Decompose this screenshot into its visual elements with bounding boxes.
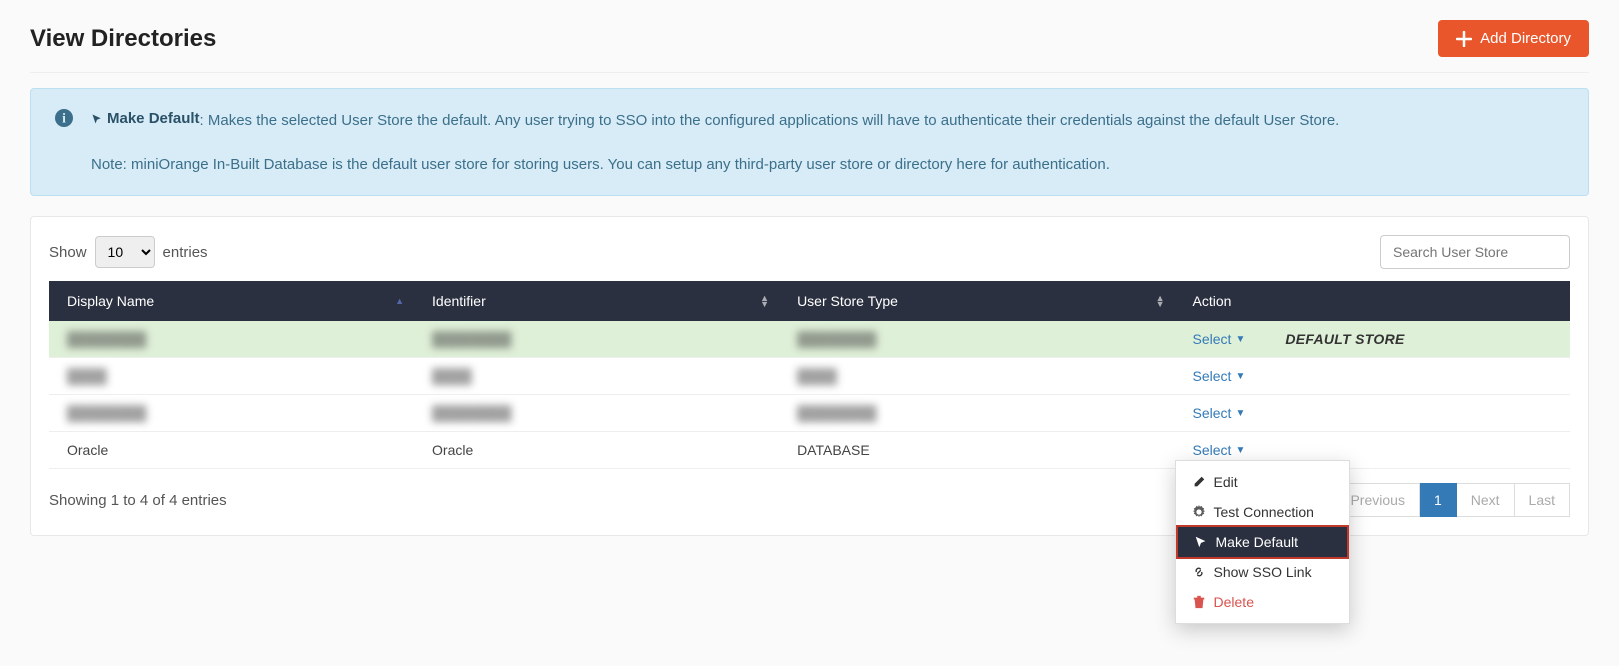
svg-text:i: i xyxy=(62,111,66,126)
info-make-default-label: Make Default xyxy=(107,107,200,131)
page-size-select[interactable]: 10 xyxy=(95,236,155,268)
add-directory-button[interactable]: Add Directory xyxy=(1438,20,1589,57)
cell-display-name: ████████ xyxy=(67,331,146,347)
info-note: Note: miniOrange In-Built Database is th… xyxy=(91,153,1339,177)
table-row: OracleOracleDATABASESelect ▼ Edit Test C… xyxy=(49,432,1570,469)
page-next[interactable]: Next xyxy=(1457,483,1515,517)
select-dropdown[interactable]: Select ▼ xyxy=(1193,331,1246,347)
gear-icon xyxy=(1192,505,1206,519)
add-directory-label: Add Directory xyxy=(1480,30,1571,47)
directories-panel: Show 10 entries Display Name ▲ Identifie… xyxy=(30,216,1589,536)
info-icon: i xyxy=(55,109,73,127)
cell-user-store-type: ████████ xyxy=(797,405,876,421)
cell-display-name: ████████ xyxy=(67,405,146,421)
cell-identifier: ████████ xyxy=(432,405,511,421)
entries-label: entries xyxy=(163,244,208,261)
show-label: Show xyxy=(49,244,87,261)
default-store-badge: DEFAULT STORE xyxy=(1285,331,1404,347)
cell-user-store-type: ████████ xyxy=(797,331,876,347)
cursor-icon xyxy=(1194,535,1208,549)
caret-down-icon: ▼ xyxy=(1235,371,1245,382)
page-last[interactable]: Last xyxy=(1515,483,1570,517)
select-dropdown[interactable]: Select ▼ xyxy=(1193,442,1246,458)
directories-table: Display Name ▲ Identifier ▲▼ User Store … xyxy=(49,281,1570,469)
col-display-name[interactable]: Display Name ▲ xyxy=(49,281,414,321)
caret-down-icon: ▼ xyxy=(1235,445,1245,456)
search-input[interactable] xyxy=(1380,235,1570,269)
table-info: Showing 1 to 4 of 4 entries xyxy=(49,492,227,509)
page-title: View Directories xyxy=(30,25,216,53)
select-dropdown[interactable]: Select ▼ xyxy=(1193,368,1246,384)
cell-identifier: Oracle xyxy=(432,442,473,458)
info-box: i Make Default : Makes the selected User… xyxy=(30,88,1589,196)
info-make-default-text: : Makes the selected User Store the defa… xyxy=(200,112,1340,129)
caret-down-icon: ▼ xyxy=(1235,334,1245,345)
caret-down-icon: ▼ xyxy=(1235,408,1245,419)
table-row: ████████ ████████ ████████ Select ▼ xyxy=(49,395,1570,432)
col-user-store-type[interactable]: User Store Type ▲▼ xyxy=(779,281,1174,321)
cell-identifier: ████████ xyxy=(432,331,511,347)
menu-make-default[interactable]: Make Default xyxy=(1176,525,1349,559)
col-action: Action xyxy=(1175,281,1570,321)
cell-display-name: ████ xyxy=(67,368,107,384)
menu-edit[interactable]: Edit xyxy=(1176,467,1349,497)
cell-user-store-type: ████ xyxy=(797,368,837,384)
menu-delete[interactable]: Delete xyxy=(1176,587,1349,617)
action-dropdown-menu: Edit Test Connection Make Default Show S… xyxy=(1175,460,1350,624)
plus-icon xyxy=(1456,31,1472,47)
col-identifier[interactable]: Identifier ▲▼ xyxy=(414,281,779,321)
cell-identifier: ████ xyxy=(432,368,472,384)
cell-user-store-type: DATABASE xyxy=(797,442,870,458)
cell-display-name: Oracle xyxy=(67,442,108,458)
edit-icon xyxy=(1192,475,1206,489)
table-row: ████████ ████████ ████████ Select ▼ DEFAULT … xyxy=(49,321,1570,358)
menu-test-connection[interactable]: Test Connection xyxy=(1176,497,1349,527)
menu-show-sso-link[interactable]: Show SSO Link xyxy=(1176,557,1349,587)
select-dropdown[interactable]: Select ▼ xyxy=(1193,405,1246,421)
table-row: ████ ████ ████ Select ▼ xyxy=(49,358,1570,395)
link-icon xyxy=(1192,565,1206,579)
cursor-icon xyxy=(91,113,103,125)
trash-icon xyxy=(1192,595,1206,609)
page-number[interactable]: 1 xyxy=(1420,483,1457,517)
